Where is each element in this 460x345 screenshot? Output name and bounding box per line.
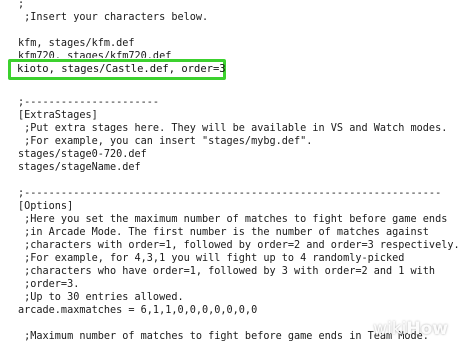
wikihow-watermark: wikiHow xyxy=(373,319,448,339)
editor-line: ;For example, for 4,3,1 you will fight u… xyxy=(18,253,405,264)
editor-line: ;Insert your characters below. xyxy=(18,12,209,23)
editor-line: ;---------------------------------------… xyxy=(18,188,442,199)
editor-line: ;Put extra stages here. They will be ava… xyxy=(18,123,448,134)
editor-line: ;characters with order=1, followed by or… xyxy=(18,240,460,251)
editor-line: ;Up to 30 entries allowed. xyxy=(18,292,184,303)
editor-line: stages/stage0-720.def xyxy=(18,149,147,160)
highlighted-line: kioto, stages/Castle.def, order=3 xyxy=(17,63,226,75)
editor-line: kfm, stages/kfm.def xyxy=(18,38,135,49)
editor-line: ;For example, you can insert "stages/myb… xyxy=(18,136,313,147)
editor-line: ;---------------------- xyxy=(18,97,160,108)
text-editor[interactable]: ; ;Insert your characters below. kfm, st… xyxy=(0,0,460,345)
editor-line: stages/stageName.def xyxy=(18,162,141,173)
editor-line: [Options] xyxy=(18,201,74,212)
editor-line: [ExtraStages] xyxy=(18,110,98,121)
editor-line: ;Here you set the maximum number of matc… xyxy=(18,214,448,225)
editor-line: ;in Arcade Mode. The first number is the… xyxy=(18,227,429,238)
editor-line: arcade.maxmatches = 6,1,1,0,0,0,0,0,0,0 xyxy=(18,305,258,316)
editor-line-partially-hidden: kfm720, stages/kfm720.def xyxy=(18,51,172,58)
editor-line: ; xyxy=(18,0,25,10)
editor-line: ;characters who have order=1, followed b… xyxy=(18,266,436,277)
editor-line: ;order=3. xyxy=(18,279,80,290)
editor-line: ;Maximum number of matches to fight befo… xyxy=(18,331,429,342)
